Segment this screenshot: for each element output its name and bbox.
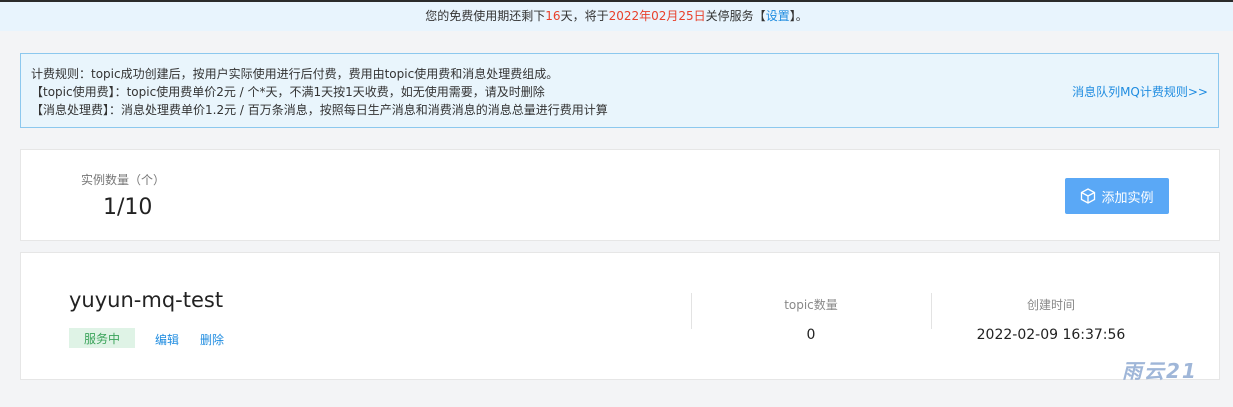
watermark-logo: 雨云21 bbox=[1122, 359, 1198, 383]
add-instance-button[interactable]: 添加实例 bbox=[1065, 178, 1169, 214]
add-instance-label: 添加实例 bbox=[1101, 190, 1154, 206]
billing-rule-line: 计费规则：topic成功创建后，按用户实际使用进行后付费，费用由topic使用费… bbox=[31, 67, 559, 81]
created-time-label: 创建时间 bbox=[1026, 298, 1075, 312]
topic-count-label: topic数量 bbox=[784, 298, 838, 312]
instance-name[interactable]: yuyun-mq-test bbox=[69, 288, 223, 312]
instance-stats-card: 实例数量（个） 1/10 添加实例 bbox=[20, 149, 1220, 241]
banner-date: 2022年02月25日 bbox=[608, 9, 706, 23]
created-time-value: 2022-02-09 16:37:56 bbox=[976, 327, 1126, 343]
banner-suffix: 关停服务【 bbox=[705, 9, 766, 23]
trial-banner: 您的免费使用期还剩下16天，将于2022年02月25日关停服务【设置】。 bbox=[0, 0, 1233, 31]
billing-notice: 计费规则：topic成功创建后，按用户实际使用进行后付费，费用由topic使用费… bbox=[20, 53, 1219, 128]
banner-prefix: 您的免费使用期还剩下 bbox=[425, 9, 546, 23]
instance-card: yuyun-mq-test 服务中 编辑 删除 topic数量 0 创建时间 2… bbox=[20, 252, 1220, 380]
banner-days: 16 bbox=[545, 9, 561, 23]
status-badge: 服务中 bbox=[69, 328, 135, 348]
billing-rules-link[interactable]: 消息队列MQ计费规则>> bbox=[1072, 83, 1208, 100]
message-fee-line: 【消息处理费】：消息处理费单价1.2元 / 百万条消息，按照每日生产消息和消费消… bbox=[31, 103, 608, 117]
instance-count-label: 实例数量（个） bbox=[81, 173, 166, 187]
settings-link[interactable]: 设置 bbox=[766, 9, 790, 23]
edit-link[interactable]: 编辑 bbox=[155, 331, 179, 348]
topic-count-value: 0 bbox=[806, 327, 816, 343]
instance-count-value: 1/10 bbox=[103, 195, 153, 220]
banner-middle: 天，将于 bbox=[560, 9, 609, 23]
column-divider bbox=[691, 293, 692, 329]
banner-end: 】。 bbox=[789, 9, 808, 23]
column-divider bbox=[931, 293, 932, 329]
topic-fee-line: 【topic使用费】：topic使用费单价2元 / 个*天，不满1天按1天收费，… bbox=[31, 85, 545, 99]
delete-link[interactable]: 删除 bbox=[200, 331, 224, 348]
cube-icon bbox=[1081, 188, 1096, 204]
